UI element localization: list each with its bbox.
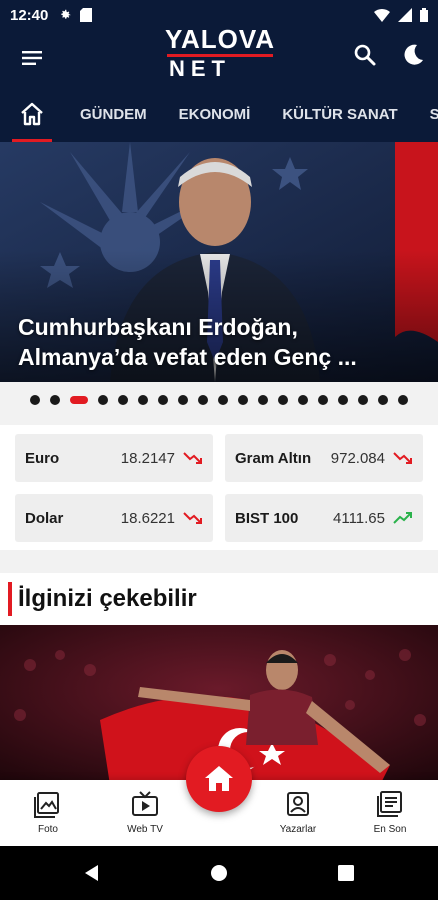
slider-dot[interactable] (358, 395, 368, 405)
slider-dot[interactable] (338, 395, 348, 405)
slider-dot[interactable] (178, 395, 188, 405)
section-header: İlginizi çekebilir (0, 573, 438, 625)
market-card-euro[interactable]: Euro 18.2147 (15, 434, 213, 482)
market-value: 18.2147 (120, 449, 175, 467)
bottom-nav-label: Web TV (127, 824, 163, 835)
moon-icon (404, 44, 423, 65)
system-nav-bar (0, 846, 438, 900)
slider-dot[interactable] (98, 395, 108, 405)
trend-down-icon (183, 452, 202, 464)
bottom-nav-web-tv[interactable]: Web TV (110, 790, 180, 835)
author-icon (287, 792, 309, 816)
wifi-icon (374, 8, 390, 22)
bottom-nav-label: Yazarlar (279, 824, 317, 835)
slider-dot[interactable] (30, 395, 40, 405)
market-card-dolar[interactable]: Dolar 18.6221 (15, 494, 213, 542)
slider-dot[interactable] (258, 395, 268, 405)
photo-icon (34, 792, 59, 818)
market-card-bist-100[interactable]: BIST 100 4111.65 (225, 494, 423, 542)
hero-title[interactable]: Cumhurbaşkanı Erdoğan, Almanya’da vefat … (18, 312, 428, 372)
gear-icon (61, 9, 71, 19)
home-fab-button[interactable] (186, 746, 252, 812)
slider-dot[interactable] (138, 395, 148, 405)
slider-dot[interactable] (198, 395, 208, 405)
trend-down-icon (183, 512, 202, 524)
app-header: YALOVA NET (0, 24, 438, 86)
sd-card-icon (80, 8, 93, 22)
market-name: Gram Altın (235, 449, 312, 467)
signal-icon (398, 8, 412, 22)
tab-home[interactable] (0, 86, 64, 142)
slider-dot[interactable] (278, 395, 288, 405)
market-value: 18.6221 (120, 509, 175, 527)
bottom-nav-yazarlar[interactable]: Yazarlar (263, 790, 333, 835)
recents-icon[interactable] (336, 863, 356, 883)
slider-dots (0, 390, 438, 410)
slider-dot[interactable] (318, 395, 328, 405)
search-icon (354, 44, 376, 66)
tab-ekonomi[interactable]: EKONOMİ (163, 106, 267, 123)
market-value: 972.084 (330, 449, 385, 467)
home-icon (205, 766, 233, 791)
logo-bottom-text: NET (169, 56, 231, 81)
slider-dot[interactable] (398, 395, 408, 405)
slider-dot[interactable] (118, 395, 128, 405)
trend-down-icon (393, 452, 412, 464)
slider-dot[interactable] (298, 395, 308, 405)
status-time: 12:40 (10, 6, 49, 24)
battery-icon (420, 8, 428, 22)
search-button[interactable] (352, 42, 378, 68)
section-title: İlginizi çekebilir (18, 585, 197, 612)
theme-toggle-button[interactable] (400, 42, 426, 68)
tab-kultur-sanat[interactable]: KÜLTÜR SANAT (266, 106, 413, 123)
trend-up-icon (393, 512, 412, 524)
tab-next-partial[interactable]: SA (414, 106, 438, 123)
slider-dot-active[interactable] (70, 396, 88, 404)
market-rates: Euro 18.2147 Gram Altın 972.084 Dolar 18… (0, 425, 438, 550)
section-accent-bar (8, 582, 12, 616)
home-circle-icon[interactable] (209, 863, 229, 883)
back-icon[interactable] (82, 863, 102, 883)
home-icon (21, 102, 43, 126)
hero-slider[interactable]: Cumhurbaşkanı Erdoğan, Almanya’da vefat … (0, 142, 438, 382)
news-icon (377, 791, 402, 817)
logo[interactable]: YALOVA NET (165, 24, 275, 84)
market-card-gram-altin[interactable]: Gram Altın 972.084 (225, 434, 423, 482)
slider-dot[interactable] (158, 395, 168, 405)
logo-top-text: YALOVA (165, 24, 276, 54)
menu-button[interactable] (18, 44, 46, 72)
slider-dot[interactable] (50, 395, 60, 405)
market-value: 4111.65 (333, 509, 385, 527)
bottom-nav-label: Foto (37, 824, 58, 835)
slider-dot[interactable] (378, 395, 388, 405)
market-name: Euro (25, 449, 60, 467)
bottom-nav-en-son[interactable]: En Son (355, 790, 425, 835)
tab-gundem[interactable]: GÜNDEM (64, 106, 163, 123)
bottom-nav-foto[interactable]: Foto (13, 790, 83, 835)
menu-icon (22, 51, 42, 65)
category-tabs: GÜNDEM EKONOMİ KÜLTÜR SANAT SA (0, 86, 438, 142)
bottom-nav-label: En Son (373, 824, 407, 835)
slider-dot[interactable] (238, 395, 248, 405)
tv-icon (132, 791, 158, 816)
slider-dot[interactable] (218, 395, 228, 405)
market-name: Dolar (25, 509, 64, 527)
market-name: BIST 100 (235, 509, 299, 527)
